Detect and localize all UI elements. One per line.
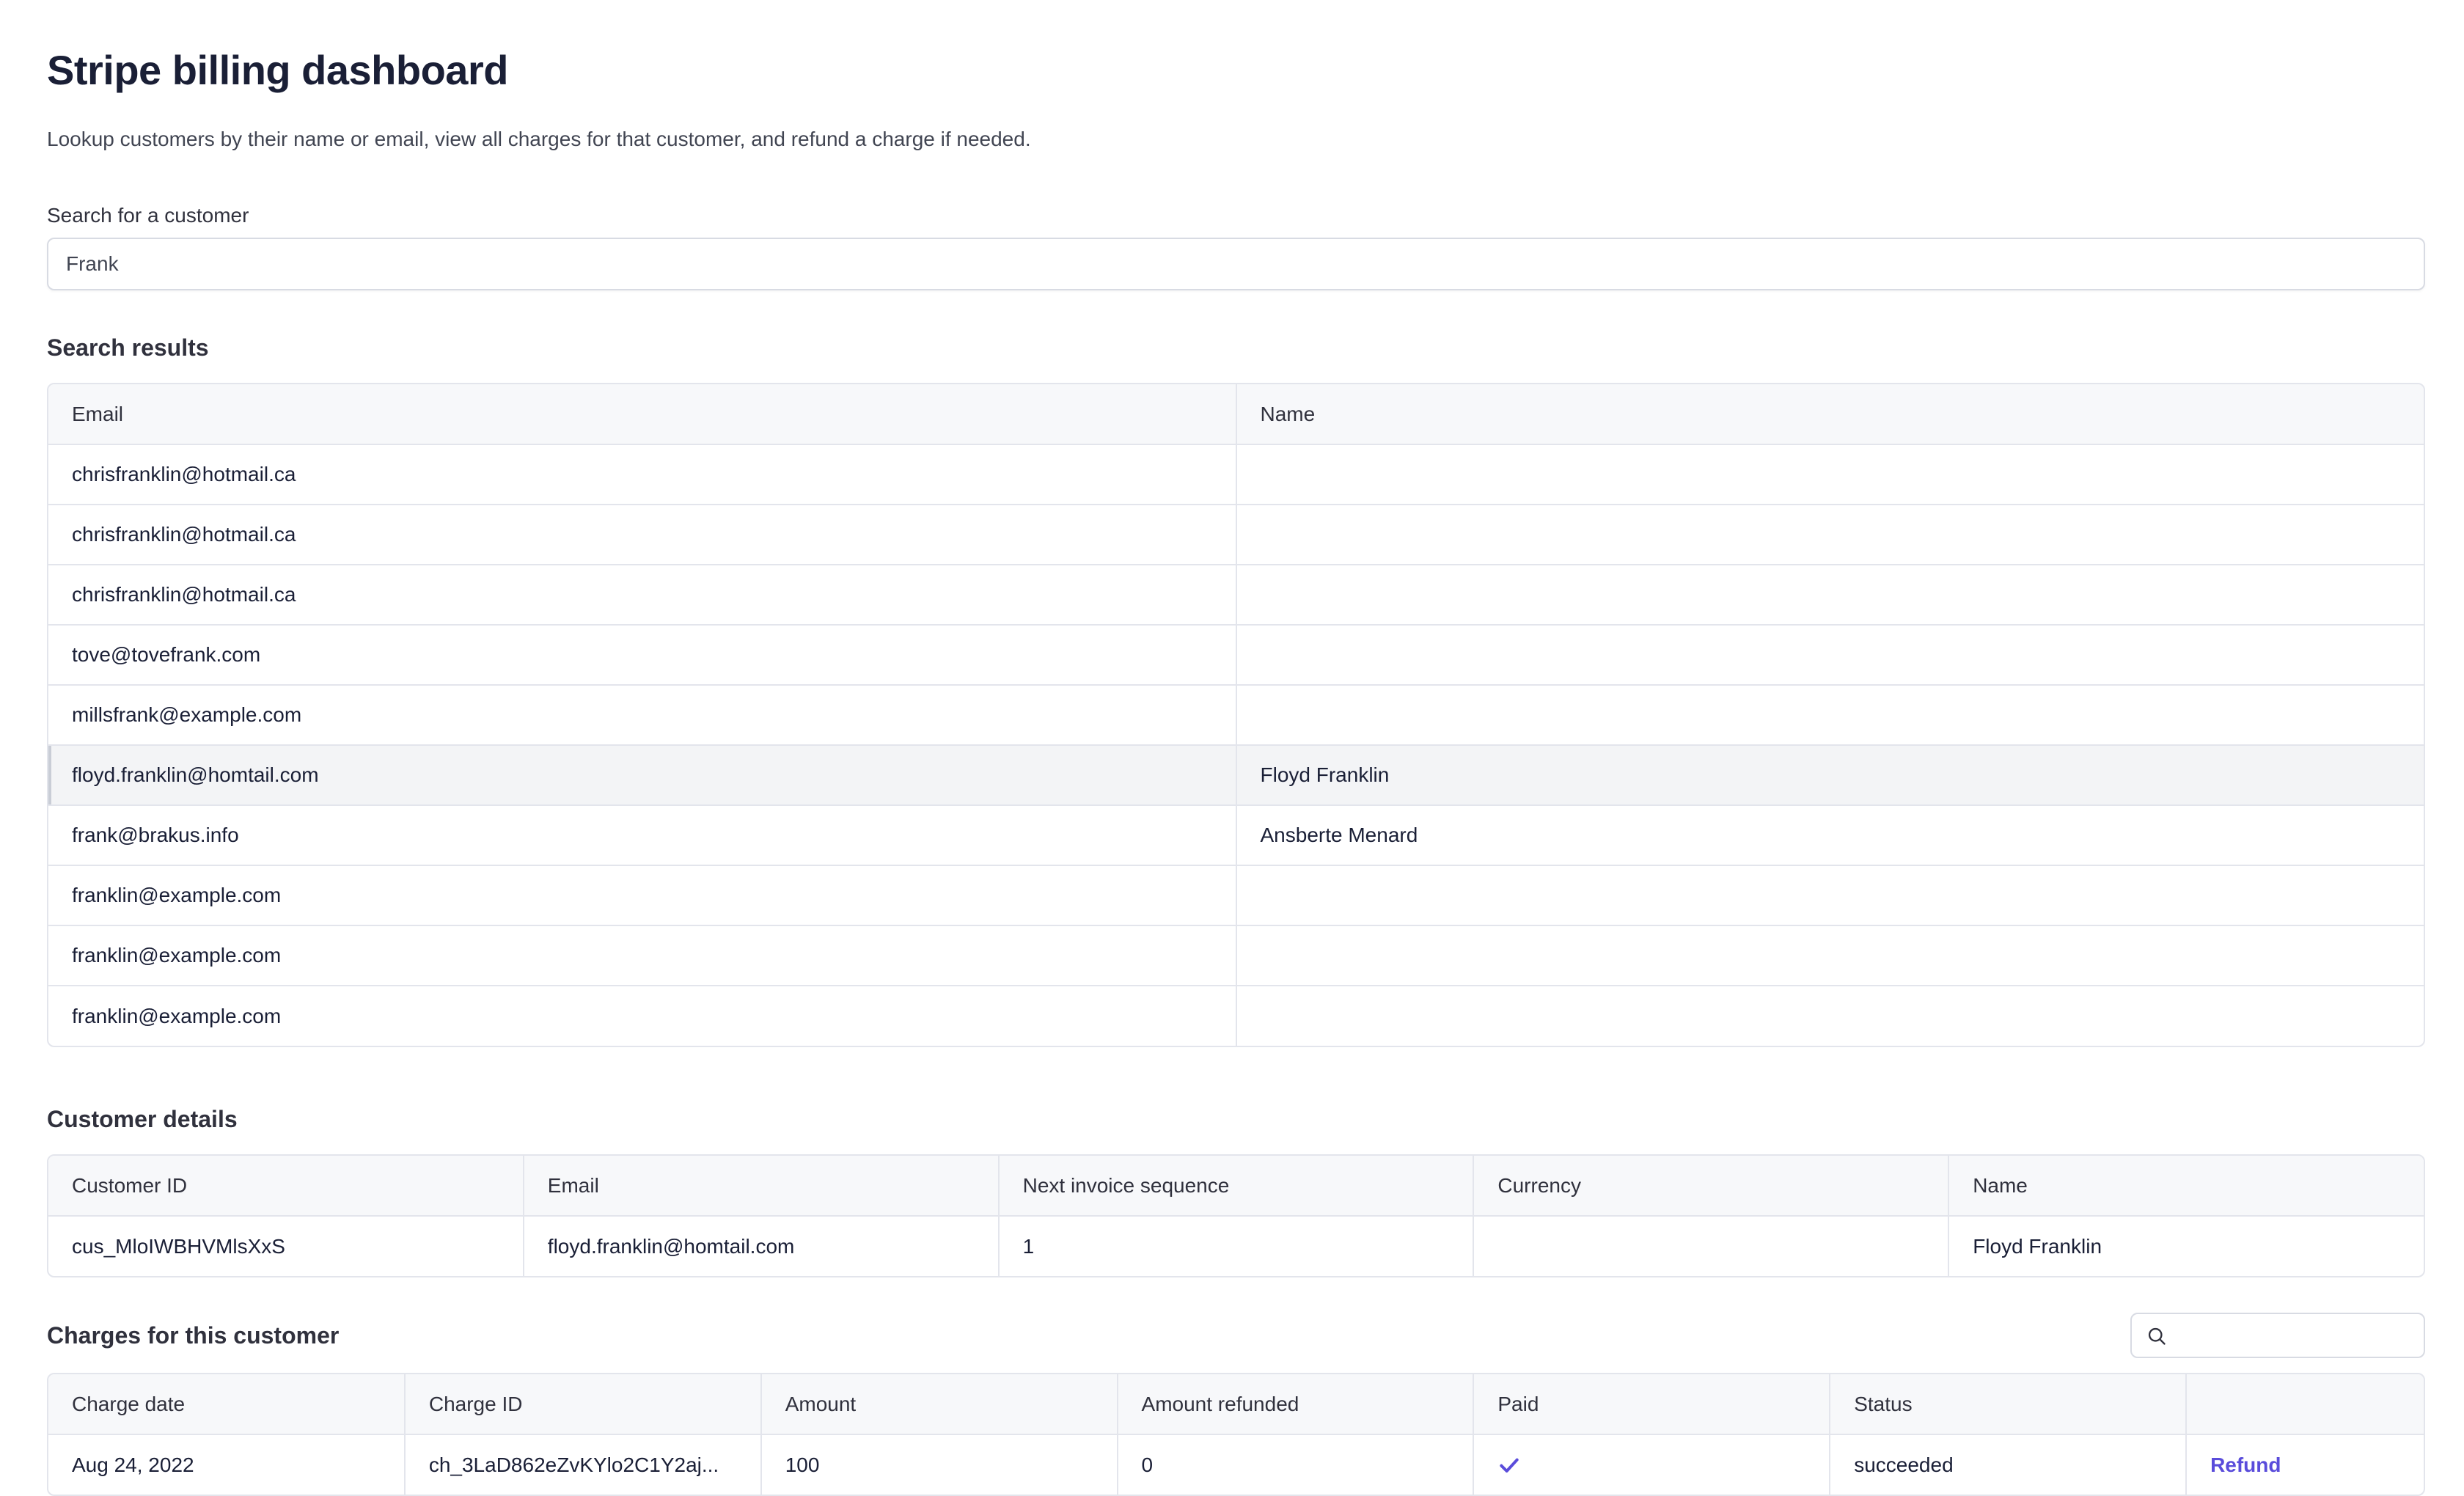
charges-header-paid: Paid	[1473, 1374, 1830, 1435]
details-name: Floyd Franklin	[1948, 1216, 2424, 1276]
charge-amount-refunded: 0	[1116, 1434, 1474, 1495]
details-customer-id: cus_MloIWBHVMlsXxS	[72, 1234, 285, 1258]
charges-search-box[interactable]	[2130, 1313, 2425, 1358]
result-email: chrisfranklin@hotmail.ca	[48, 505, 1236, 565]
charges-title: Charges for this customer	[47, 1322, 340, 1349]
result-row[interactable]: millsfrank@example.com	[48, 685, 2424, 746]
result-name	[1235, 505, 2424, 565]
result-name	[1235, 925, 2424, 986]
charges-table: Charge date Charge ID Amount Amount refu…	[47, 1373, 2425, 1496]
details-row: cus_MloIWBHVMlsXxS floyd.franklin@homtai…	[48, 1216, 2424, 1276]
charge-row: Aug 24, 2022 ch_3LaD862eZvKYlo2C1Y2aj...…	[48, 1434, 2424, 1495]
search-icon	[2148, 1327, 2166, 1345]
result-name	[1235, 685, 2424, 746]
charges-header-refunded: Amount refunded	[1116, 1374, 1474, 1435]
result-name	[1235, 986, 2424, 1046]
result-row[interactable]: franklin@example.com	[48, 865, 2424, 926]
result-email: chrisfranklin@hotmail.ca	[48, 444, 1236, 505]
result-name	[1235, 865, 2424, 926]
charge-amount: 100	[760, 1434, 1118, 1495]
result-name: Floyd Franklin	[1235, 745, 2424, 806]
charge-paid	[1473, 1434, 1830, 1495]
result-name: Ansberte Menard	[1235, 805, 2424, 866]
page-title: Stripe billing dashboard	[47, 47, 508, 93]
details-email: floyd.franklin@homtail.com	[522, 1216, 999, 1276]
result-email: franklin@example.com	[72, 1004, 282, 1027]
result-row[interactable]: chrisfranklin@hotmail.ca	[48, 444, 2424, 505]
details-header-next-invoice: Next invoice sequence	[997, 1156, 1474, 1217]
charges-search-input[interactable]	[2132, 1314, 2424, 1357]
search-results-title: Search results	[47, 334, 209, 361]
results-header-email: Email	[48, 384, 1236, 445]
results-header-name: Name	[1235, 384, 2424, 445]
details-header-row: Customer ID Email Next invoice sequence …	[48, 1156, 2424, 1217]
result-row-selected[interactable]: floyd.franklin@homtail.com Floyd Frankli…	[48, 745, 2424, 806]
customer-details-title: Customer details	[47, 1106, 238, 1132]
charges-header-action	[2185, 1374, 2424, 1435]
charge-status: succeeded	[1829, 1434, 2187, 1495]
charges-header-row: Charge date Charge ID Amount Amount refu…	[48, 1374, 2424, 1435]
result-row[interactable]: franklin@example.com	[48, 925, 2424, 986]
result-email: franklin@example.com	[48, 865, 1236, 926]
details-header-currency: Currency	[1473, 1156, 1949, 1217]
result-row[interactable]: tove@tovefrank.com	[48, 625, 2424, 686]
results-header-row: Email Name	[48, 384, 2424, 445]
result-row[interactable]: frank@brakus.info Ansberte Menard	[48, 805, 2424, 866]
details-header-name: Name	[1948, 1156, 2424, 1217]
result-email: millsfrank@example.com	[48, 685, 1236, 746]
charge-id: ch_3LaD862eZvKYlo2C1Y2aj...	[403, 1434, 761, 1495]
charge-date: Aug 24, 2022	[72, 1453, 194, 1476]
page-subtitle: Lookup customers by their name or email,…	[47, 128, 1031, 150]
result-row[interactable]: chrisfranklin@hotmail.ca	[48, 565, 2424, 626]
result-email: frank@brakus.info	[48, 805, 1236, 866]
charges-header-amount: Amount	[760, 1374, 1118, 1435]
result-row[interactable]: franklin@example.com	[48, 986, 2424, 1046]
result-email: floyd.franklin@homtail.com	[48, 745, 1236, 806]
refund-button[interactable]: Refund	[2210, 1453, 2281, 1476]
customer-search-input[interactable]	[47, 238, 2425, 290]
result-name	[1235, 625, 2424, 686]
charges-header: Charges for this customer	[47, 1313, 2425, 1358]
result-email: franklin@example.com	[48, 925, 1236, 986]
search-results-table: Email Name chrisfranklin@hotmail.ca chri…	[47, 383, 2425, 1047]
details-next-invoice: 1	[997, 1216, 1474, 1276]
charges-header-date: Charge date	[48, 1374, 405, 1435]
result-email: tove@tovefrank.com	[48, 625, 1236, 686]
result-name	[1235, 565, 2424, 626]
result-email: chrisfranklin@hotmail.ca	[48, 565, 1236, 626]
charges-header-status: Status	[1829, 1374, 2187, 1435]
result-row[interactable]: chrisfranklin@hotmail.ca	[48, 505, 2424, 565]
details-currency	[1473, 1216, 1949, 1276]
check-icon	[1500, 1458, 1519, 1473]
customer-details-table: Customer ID Email Next invoice sequence …	[47, 1154, 2425, 1277]
charge-action-cell: Refund	[2185, 1434, 2424, 1495]
result-name	[1235, 444, 2424, 505]
details-header-customer-id: Customer ID	[48, 1156, 524, 1217]
search-label: Search for a customer	[47, 204, 249, 227]
charges-header-id: Charge ID	[403, 1374, 761, 1435]
details-header-email: Email	[522, 1156, 999, 1217]
dashboard-page: Stripe billing dashboard Lookup customer…	[47, 44, 2425, 1496]
